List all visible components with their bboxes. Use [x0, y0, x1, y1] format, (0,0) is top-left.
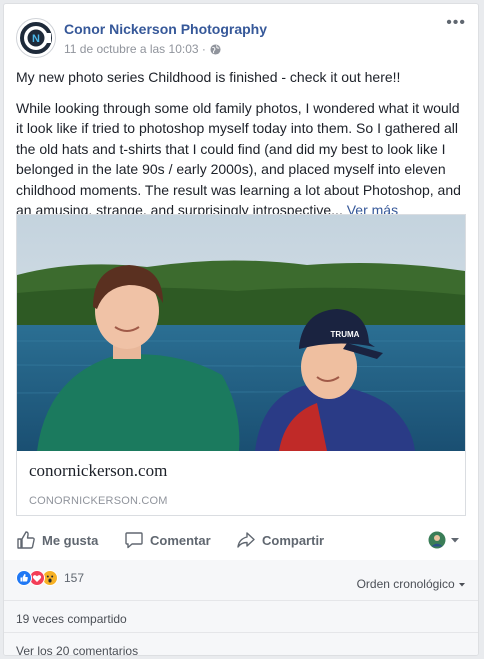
post-header: N Conor Nickerson Photography 11 de octu…	[16, 14, 466, 62]
shares-count-link[interactable]: 19 veces compartido	[16, 612, 127, 626]
post-meta: 11 de octubre a las 10:03 ·	[64, 42, 221, 56]
globe-icon	[210, 43, 221, 55]
reaction-identity-selector[interactable]	[428, 524, 460, 556]
share-label: Compartir	[262, 532, 325, 548]
post-footer: 157 Orden cronológico 19 veces compartid…	[4, 560, 478, 655]
share-arrow-icon	[237, 532, 255, 548]
page-name-link[interactable]: Conor Nickerson Photography	[64, 21, 267, 37]
comment-sort-label: Orden cronológico	[356, 577, 455, 591]
link-domain: CONORNICKERSON.COM	[29, 495, 168, 507]
post-paragraph-1: My new photo series Childhood is finishe…	[16, 69, 401, 85]
footer-divider-1	[4, 600, 478, 601]
comment-icon	[125, 532, 143, 549]
childhood-photo: TRUMA	[17, 215, 465, 451]
cap-text: TRUMA	[331, 330, 360, 339]
thumbs-up-icon	[17, 531, 35, 549]
post-paragraph-2: While looking through some old family ph…	[16, 98, 468, 221]
reactions-summary[interactable]: 157	[16, 570, 84, 586]
page-avatar[interactable]: N	[16, 18, 56, 58]
comment-label: Comentar	[150, 532, 211, 548]
like-reaction-icon	[16, 570, 32, 586]
svg-text:N: N	[32, 33, 40, 45]
view-comments-link[interactable]: Ver los 20 comentarios	[16, 644, 138, 655]
link-preview-image[interactable]: TRUMA	[17, 215, 465, 451]
post-card: N Conor Nickerson Photography 11 de octu…	[3, 3, 479, 656]
page-logo-icon: N	[20, 22, 52, 54]
footer-divider-2	[4, 632, 478, 633]
comment-sort-dropdown[interactable]: Orden cronológico	[357, 577, 466, 591]
user-avatar-icon	[428, 531, 446, 549]
post-timestamp[interactable]: 11 de octubre a las 10:03 ·	[64, 42, 206, 56]
like-button[interactable]: Me gusta	[16, 524, 98, 556]
comment-button[interactable]: Comentar	[124, 524, 211, 556]
caret-down-icon	[451, 538, 459, 543]
post-paragraph-2-text: While looking through some old family ph…	[16, 99, 461, 219]
sort-caret-icon	[459, 583, 465, 587]
link-title[interactable]: conornickerson.com	[29, 461, 167, 481]
post-actions-bar: Me gusta Comentar Compartir	[4, 524, 478, 560]
like-label: Me gusta	[42, 532, 99, 548]
reaction-count: 157	[64, 571, 85, 585]
post-options-button[interactable]: •••	[446, 15, 466, 31]
share-button[interactable]: Compartir	[236, 524, 324, 556]
post-message: My new photo series Childhood is finishe…	[16, 67, 468, 231]
link-preview-card[interactable]: TRUMA conornickerson.com CONORNICKERSON.…	[16, 214, 466, 516]
